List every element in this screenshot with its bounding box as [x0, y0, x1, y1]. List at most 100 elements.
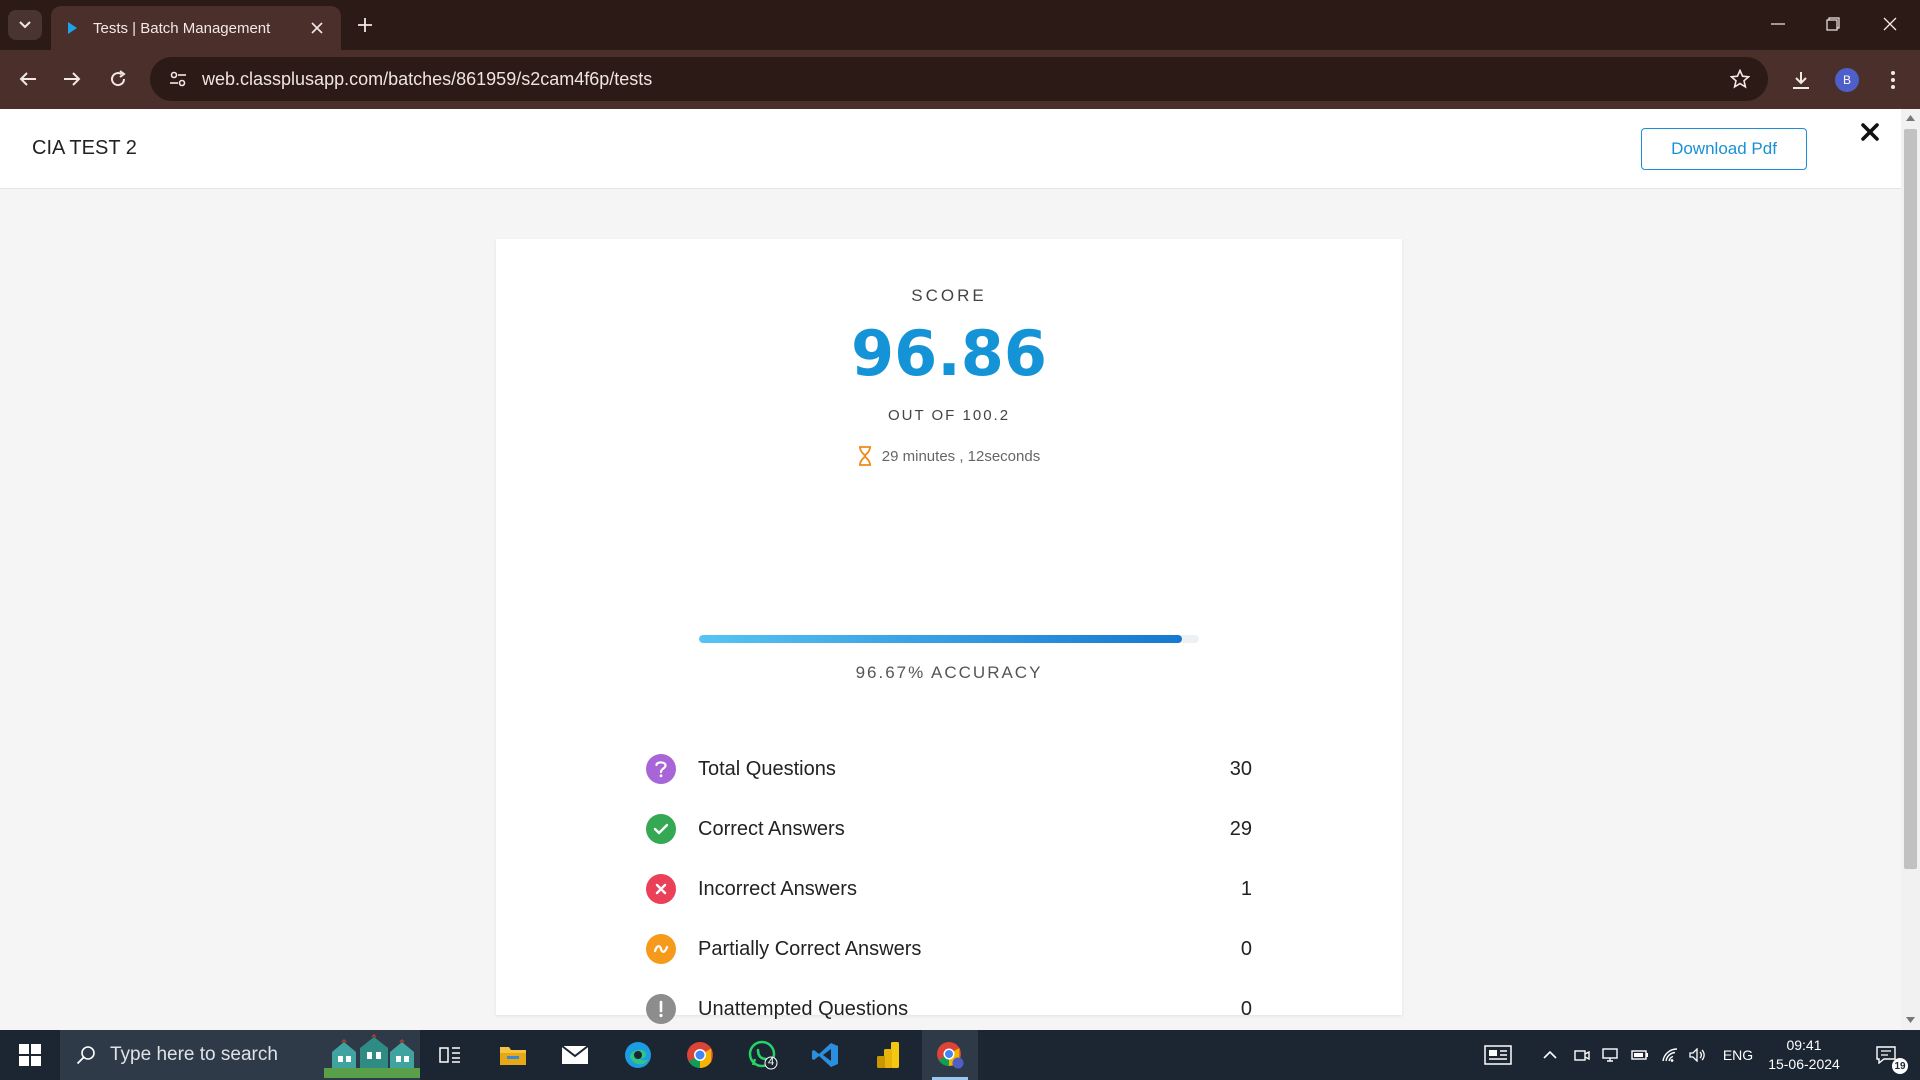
page-content: CIA TEST 2 Download Pdf SCORE 96.86 OUT … — [0, 109, 1901, 1030]
question-stats: Total Questions 30 Correct Answers 29 In… — [646, 739, 1252, 1030]
taskbar-clock[interactable]: 09:41 15-06-2024 — [1760, 1036, 1848, 1074]
search-highlight-houses-icon — [324, 1034, 420, 1078]
notification-count-badge: 19 — [1892, 1058, 1908, 1074]
file-explorer-button[interactable] — [485, 1030, 541, 1080]
address-bar[interactable]: web.classplusapp.com/batches/861959/s2ca… — [150, 57, 1768, 101]
test-result-header: CIA TEST 2 Download Pdf — [0, 109, 1901, 189]
max-score-label: OUT OF 100.2 — [887, 407, 1011, 424]
clock-time: 09:41 — [1786, 1037, 1822, 1053]
score-label: SCORE — [911, 286, 987, 305]
new-tab-button[interactable] — [352, 12, 378, 38]
edge-icon — [625, 1042, 651, 1068]
close-window-button[interactable] — [1872, 8, 1908, 40]
show-hidden-icons-button[interactable] — [1538, 1030, 1562, 1080]
tilde-icon — [646, 934, 676, 964]
restore-button[interactable] — [1815, 8, 1851, 40]
taskbar-search[interactable]: Type here to search — [60, 1030, 420, 1080]
input-language-button[interactable]: ENG — [1718, 1030, 1758, 1080]
stat-label: Correct Answers — [698, 817, 845, 840]
stat-incorrect-answers: Incorrect Answers 1 — [646, 859, 1252, 919]
chrome-profile-button[interactable] — [922, 1030, 978, 1080]
tab-title: Tests | Batch Management — [93, 19, 271, 37]
restore-icon — [1826, 17, 1840, 31]
whatsapp-button[interactable]: 4 — [735, 1030, 791, 1080]
volume-button[interactable] — [1686, 1030, 1710, 1080]
stat-label: Partially Correct Answers — [698, 937, 922, 960]
active-browser-tab[interactable]: Tests | Batch Management — [51, 6, 341, 50]
profile-button[interactable]: B — [1830, 63, 1864, 97]
start-button[interactable] — [0, 1030, 60, 1080]
whatsapp-unread-badge: 4 — [768, 1056, 775, 1068]
classplus-favicon-icon — [68, 22, 77, 34]
clock-date: 15-06-2024 — [1768, 1056, 1840, 1072]
task-view-button[interactable] — [422, 1030, 478, 1080]
stat-value: 30 — [1229, 757, 1252, 780]
stat-value: 0 — [1240, 937, 1252, 960]
wifi-icon — [1662, 1048, 1678, 1062]
time-taken: 29 minutes , 12seconds — [496, 446, 1402, 466]
battery-icon — [1631, 1050, 1648, 1060]
task-view-icon — [439, 1047, 460, 1063]
page-scrollbar[interactable] — [1901, 109, 1920, 1030]
site-info-button[interactable] — [158, 57, 198, 101]
exclamation-icon — [646, 994, 676, 1024]
more-vertical-icon — [1891, 71, 1895, 89]
meet-now-button[interactable] — [1570, 1030, 1594, 1080]
stat-unattempted: Unattempted Questions 0 — [646, 979, 1252, 1030]
chevron-down-icon — [19, 21, 31, 29]
battery-button[interactable] — [1628, 1030, 1652, 1080]
stat-total-questions: Total Questions 30 — [646, 739, 1252, 799]
vscode-icon — [812, 1043, 838, 1067]
stat-label: Total Questions — [698, 757, 836, 780]
volume-icon — [1689, 1048, 1705, 1062]
powerbi-button[interactable] — [860, 1030, 916, 1080]
network-button[interactable] — [1658, 1030, 1682, 1080]
chrome-button[interactable] — [672, 1030, 728, 1080]
chrome-profile-icon — [937, 1042, 964, 1069]
back-button[interactable] — [12, 63, 44, 95]
arrow-right-icon — [64, 72, 81, 86]
browser-tab-strip: Tests | Batch Management — [0, 0, 1920, 50]
tab-search-button[interactable] — [8, 10, 42, 40]
mail-button[interactable] — [547, 1030, 603, 1080]
forward-button[interactable] — [56, 63, 88, 95]
camera-icon — [1574, 1050, 1590, 1061]
close-result-button[interactable] — [1856, 118, 1884, 146]
scroll-down-icon[interactable] — [1905, 1015, 1916, 1025]
bookmark-button[interactable] — [1720, 57, 1760, 101]
tab-close-icon[interactable] — [307, 18, 327, 38]
download-pdf-button[interactable]: Download Pdf — [1641, 128, 1807, 170]
downloads-button[interactable] — [1784, 63, 1818, 97]
score-value: 96.86 — [850, 317, 1048, 390]
mail-icon — [561, 1045, 589, 1064]
score-card: SCORE 96.86 OUT OF 100.2 29 minutes , 12… — [496, 239, 1402, 1024]
chrome-menu-button[interactable] — [1876, 63, 1910, 97]
stat-label: Unattempted Questions — [698, 997, 909, 1020]
reload-button[interactable] — [102, 63, 134, 95]
url-text[interactable]: web.classplusapp.com/batches/861959/s2ca… — [202, 69, 1720, 90]
onedrive-button[interactable] — [1598, 1030, 1622, 1080]
news-widget-button[interactable] — [1478, 1030, 1518, 1080]
profile-avatar: B — [1835, 68, 1859, 92]
check-icon — [646, 814, 676, 844]
minimize-icon — [1771, 23, 1785, 25]
powerbi-icon — [877, 1042, 899, 1068]
reload-icon — [111, 70, 126, 87]
browser-toolbar: web.classplusapp.com/batches/861959/s2ca… — [0, 50, 1920, 109]
tune-icon — [170, 71, 186, 87]
stat-label: Incorrect Answers — [698, 877, 857, 900]
hourglass-icon — [858, 446, 871, 466]
stat-value: 1 — [1240, 877, 1252, 900]
time-taken-text: 29 minutes , 12seconds — [881, 447, 1041, 465]
stat-correct-answers: Correct Answers 29 — [646, 799, 1252, 859]
display-icon — [1602, 1048, 1618, 1062]
close-icon — [1883, 17, 1897, 31]
edge-button[interactable] — [610, 1030, 666, 1080]
stat-value: 29 — [1229, 817, 1252, 840]
scroll-thumb[interactable] — [1904, 129, 1917, 869]
minimize-button[interactable] — [1760, 8, 1796, 40]
vscode-button[interactable] — [797, 1030, 853, 1080]
plus-icon — [358, 18, 372, 32]
news-icon — [1484, 1045, 1512, 1065]
scroll-up-icon[interactable] — [1905, 113, 1916, 123]
